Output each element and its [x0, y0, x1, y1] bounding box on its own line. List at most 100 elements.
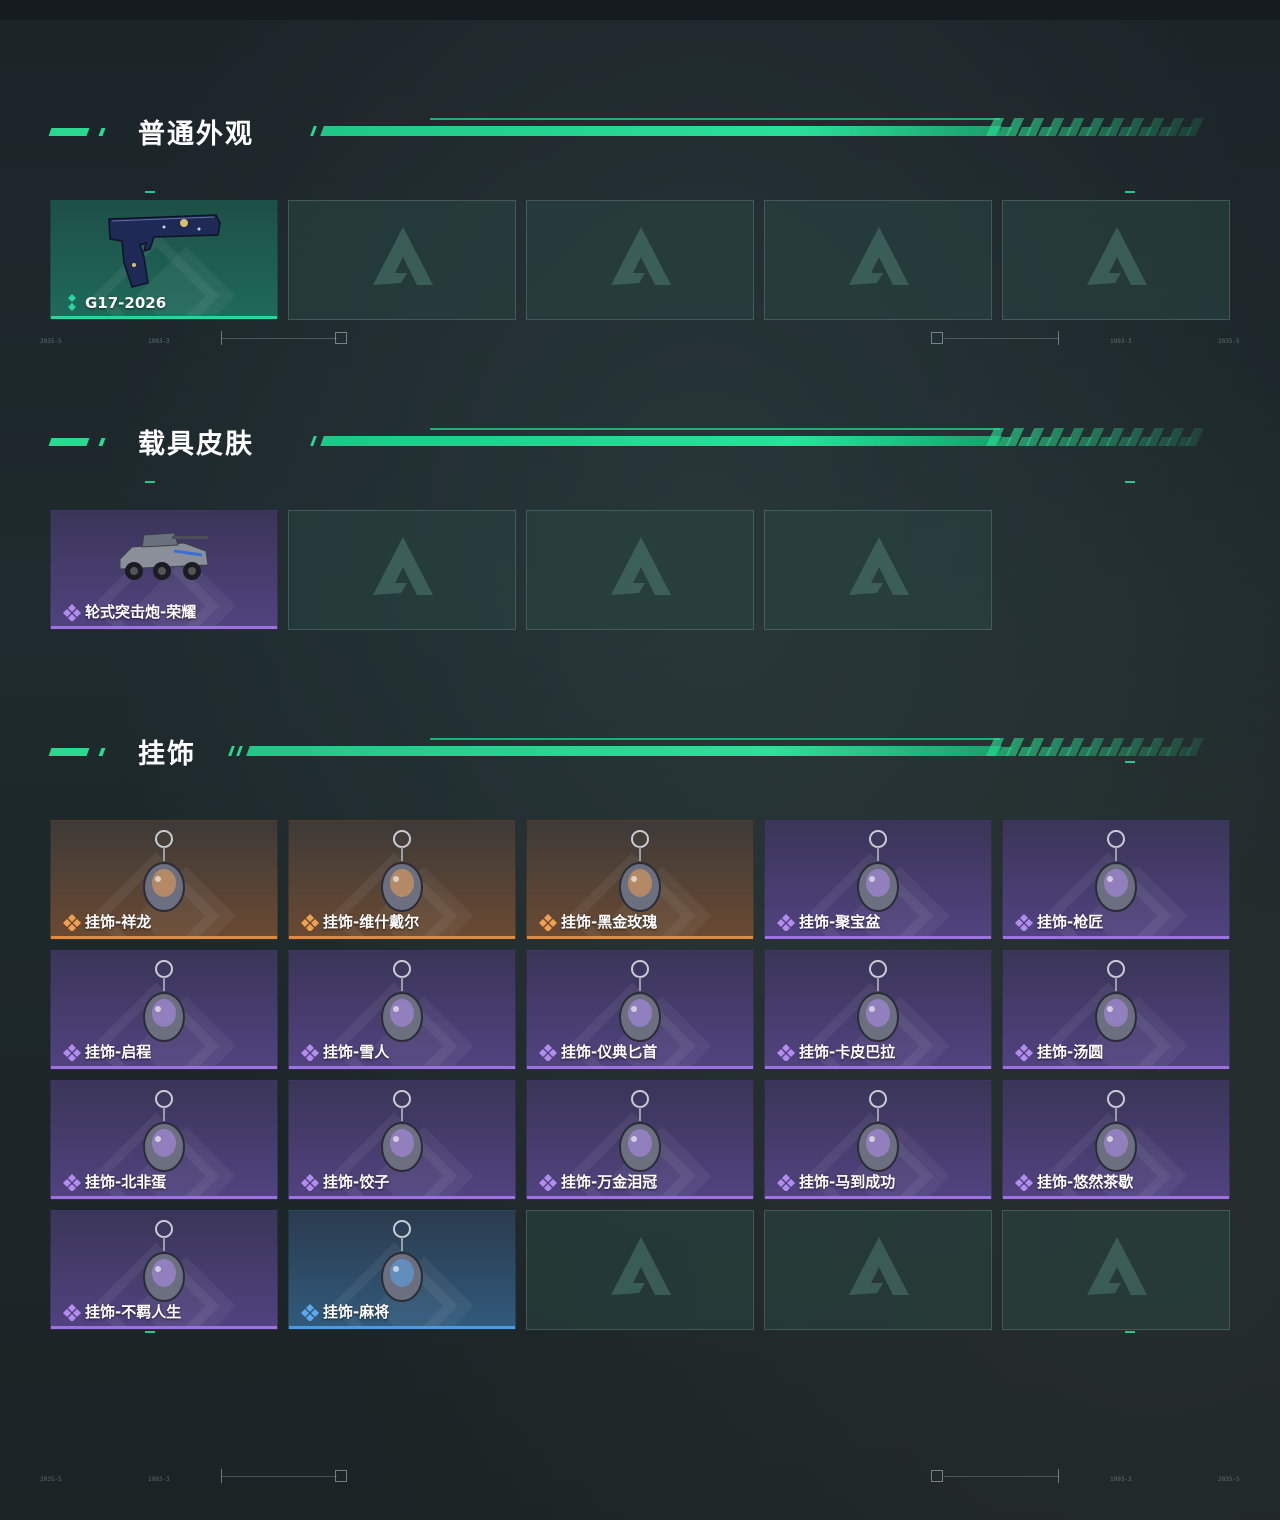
- gunsmith-charm-icon: [1095, 830, 1137, 912]
- item-label: 挂饰-麻将: [323, 1303, 390, 1321]
- header-checker: [987, 437, 1203, 446]
- header-accent: [48, 128, 90, 136]
- item-slot[interactable]: 挂饰-饺子: [288, 1080, 516, 1200]
- hud-code: 2035-5: [40, 1476, 62, 1483]
- hud-line: [222, 1476, 337, 1477]
- item-slot[interactable]: 挂饰-黑金玫瑰: [526, 820, 754, 940]
- item-label: 挂饰-聚宝盆: [799, 913, 881, 931]
- empty-slot-logo-icon: [1087, 227, 1147, 285]
- hud-marker: [145, 191, 155, 193]
- empty-slot-logo-icon: [849, 1237, 909, 1295]
- rarity-bar: [51, 626, 277, 629]
- rarity-icon: [539, 914, 557, 931]
- empty-slot[interactable]: [764, 200, 992, 320]
- rarity-bar: [1003, 936, 1229, 939]
- item-slot[interactable]: 挂饰-启程: [50, 950, 278, 1070]
- item-label: 挂饰-悠然茶歇: [1037, 1173, 1134, 1191]
- item-label: 挂饰-卡皮巴拉: [799, 1043, 896, 1061]
- empty-slot[interactable]: [764, 510, 992, 630]
- item-slot[interactable]: G17-2026: [50, 200, 278, 320]
- item-slot[interactable]: 挂饰-不羁人生: [50, 1210, 278, 1330]
- rarity-icon: [301, 1304, 319, 1321]
- item-label: 挂饰-仪典匕首: [561, 1043, 658, 1061]
- item-slot[interactable]: 挂饰-悠然茶歇: [1002, 1080, 1230, 1200]
- item-slot[interactable]: 挂饰-麻将: [288, 1210, 516, 1330]
- hud-box: [335, 332, 347, 344]
- section-title: 普通外观: [138, 119, 254, 150]
- hud-line: [944, 338, 1059, 339]
- item-slot[interactable]: 挂饰-卡皮巴拉: [764, 950, 992, 1070]
- header-bar: [320, 436, 1002, 446]
- dumpling-bowl-charm-icon: [1095, 960, 1137, 1042]
- rarity-bar: [527, 1196, 753, 1199]
- item-slot[interactable]: 挂饰-北非蛋: [50, 1080, 278, 1200]
- dragon-charm-icon: [143, 830, 185, 912]
- rarity-bar: [289, 1196, 515, 1199]
- rarity-bar: [765, 1196, 991, 1199]
- rarity-icon: [63, 914, 81, 931]
- hud-box: [931, 332, 943, 344]
- item-slot[interactable]: 挂饰-祥龙: [50, 820, 278, 940]
- header-thin-line: [430, 738, 1000, 740]
- item-slot[interactable]: 挂饰-雪人: [288, 950, 516, 1070]
- item-slot[interactable]: 挂饰-仪典匕首: [526, 950, 754, 1070]
- rarity-icon: [1015, 914, 1033, 931]
- hud-marker: [1125, 191, 1135, 193]
- rarity-icon: [539, 1174, 557, 1191]
- header-thin-line: [430, 428, 1000, 430]
- hud-line: [222, 338, 337, 339]
- hud-box: [931, 1470, 943, 1482]
- rarity-icon: [63, 1304, 81, 1321]
- hud-code: 2035-5: [40, 338, 62, 345]
- empty-slot-logo-icon: [1087, 1237, 1147, 1295]
- rarity-bar: [289, 1066, 515, 1069]
- rarity-icon: [539, 1044, 557, 1061]
- rarity-bar: [527, 1066, 753, 1069]
- section-header-charms: 挂饰: [48, 738, 1210, 770]
- item-slot[interactable]: 挂饰-汤圆: [1002, 950, 1230, 1070]
- empty-slot[interactable]: [288, 200, 516, 320]
- header-thin-line: [430, 118, 1000, 120]
- header-accent: [98, 128, 106, 136]
- header-accent: [48, 748, 90, 756]
- item-slot[interactable]: 挂饰-马到成功: [764, 1080, 992, 1200]
- hud-tick: [1058, 1469, 1059, 1483]
- item-slot[interactable]: 挂饰-枪匠: [1002, 820, 1230, 940]
- item-label: 挂饰-北非蛋: [85, 1173, 167, 1191]
- item-label: 挂饰-饺子: [323, 1173, 390, 1191]
- empty-slot[interactable]: [1002, 200, 1230, 320]
- empty-slot-logo-icon: [849, 227, 909, 285]
- empty-slot[interactable]: [526, 1210, 754, 1330]
- empty-slot[interactable]: [1002, 1210, 1230, 1330]
- item-slot[interactable]: 挂饰-维什戴尔: [288, 820, 516, 940]
- rarity-icon: [301, 1174, 319, 1191]
- rarity-bar: [1003, 1066, 1229, 1069]
- header-bar: [246, 746, 1002, 756]
- item-slot[interactable]: 挂饰-聚宝盆: [764, 820, 992, 940]
- hud-marker: [145, 481, 155, 483]
- item-label: 挂饰-不羁人生: [85, 1303, 182, 1321]
- shakshuka-charm-icon: [143, 1090, 185, 1172]
- item-label: 挂饰-枪匠: [1037, 913, 1104, 931]
- header-accent: [98, 438, 106, 446]
- mahjong-charm-icon: [381, 1220, 423, 1302]
- card-charm-icon: [381, 830, 423, 912]
- item-label: 挂饰-黑金玫瑰: [561, 913, 658, 931]
- hud-code: 1993-3: [148, 1476, 170, 1483]
- item-slot[interactable]: 轮式突击炮-荣耀: [50, 510, 278, 630]
- section-header-vehicle-skins: 载具皮肤: [48, 428, 1210, 460]
- empty-slot[interactable]: [526, 510, 754, 630]
- empty-slot[interactable]: [526, 200, 754, 320]
- rarity-bar: [527, 936, 753, 939]
- top-bar: [0, 0, 1280, 20]
- empty-slot[interactable]: [288, 510, 516, 630]
- hud-code: 2035-5: [1218, 338, 1240, 345]
- header-accent: [48, 438, 90, 446]
- treasure-bowl-charm-icon: [857, 830, 899, 912]
- hud-code: 1993-3: [1110, 1476, 1132, 1483]
- crown-charm-icon: [619, 1090, 661, 1172]
- empty-slot[interactable]: [764, 1210, 992, 1330]
- item-slot[interactable]: 挂饰-万金泪冠: [526, 1080, 754, 1200]
- rarity-icon: [68, 294, 76, 311]
- rarity-icon: [777, 914, 795, 931]
